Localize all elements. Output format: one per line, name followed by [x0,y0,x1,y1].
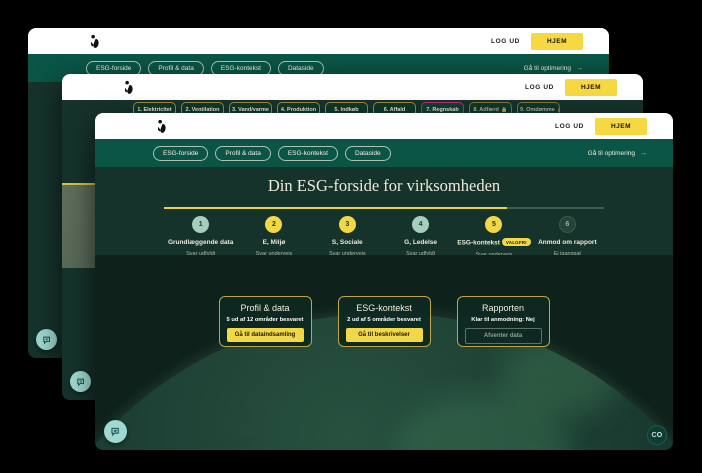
chat-fab-button[interactable] [36,329,57,350]
optional-badge: VALGFRI [502,238,531,246]
app-header: LOG UD HJEM [62,74,643,100]
front-window-content: Din ESG-forside for virksomheden 1 Grund… [95,167,673,450]
step-esg-kontekst: 5 ESG-kontekstVALGFRI Svar undervejs [457,216,530,258]
go-to-data-collection-button[interactable]: Gå til dataindsamling [227,328,304,342]
log-out-button[interactable]: LOG UD [491,38,520,45]
go-to-descriptions-button[interactable]: Gå til beskrivelser [346,328,423,342]
nav-item-esg-kontekst[interactable]: ESG-kontekst [278,146,338,161]
status-card-row: Profil & data 5 ud af 12 områder besvare… [95,296,673,347]
go-to-optimization-link[interactable]: Gå til optimering → [524,65,583,72]
card-subtitle: Klar til anmodning: Nej [458,317,549,323]
chat-icon [42,335,52,345]
go-to-optimization-label: Gå til optimering [588,150,635,157]
page-title: Din ESG-forside for virksomheden [95,176,673,196]
window-front: LOG UD HJEM ESG-forside Profil & data ES… [95,113,673,450]
step-label: E, Miljø [237,239,310,246]
chat-icon [76,377,86,387]
log-out-button[interactable]: LOG UD [555,123,584,130]
app-header: LOG UD HJEM [28,28,609,54]
nav-item-profil-data[interactable]: Profil & data [215,146,270,161]
earth-section: Profil & data 5 ud af 12 områder besvare… [95,255,673,450]
card-title: ESG-kontekst [339,303,430,313]
arrow-right-icon: → [640,150,647,157]
home-button[interactable]: HJEM [531,33,583,50]
home-button[interactable]: HJEM [565,79,617,96]
card-subtitle: 2 ud af 5 områder besvaret [339,317,430,323]
card-profil-data: Profil & data 5 ud af 12 områder besvare… [219,296,312,347]
step-label: Anmod om rapport [531,239,604,246]
awaiting-data-button: Afventer data [465,328,542,344]
progress-stepper: 1 Grundlæggende data Svar udfyldt 2 E, M… [164,207,604,258]
main-navbar: ESG-forside Profil & data ESG-kontekst D… [95,139,673,167]
nav-item-dataside[interactable]: Dataside [345,146,391,161]
step-miljo: 2 E, Miljø Svar undervejs [237,216,310,258]
arrow-right-icon: → [576,65,583,72]
app-header: LOG UD HJEM [95,113,673,139]
step-circle: 6 [559,216,576,233]
card-title: Profil & data [220,303,311,313]
step-label-text: ESG-kontekst [457,240,500,247]
hero-section: Din ESG-forside for virksomheden 1 Grund… [95,167,673,255]
chat-fab-button[interactable] [70,371,91,392]
step-label: S, Sociale [311,239,384,246]
step-label: G, Ledelse [384,239,457,246]
card-subtitle: 5 ud af 12 områder besvaret [220,317,311,323]
cookie-consent-badge[interactable]: CO [647,425,667,445]
step-list: 1 Grundlæggende data Svar udfyldt 2 E, M… [164,216,604,258]
brand-logo-icon [122,80,136,95]
step-anmod-rapport: 6 Anmod om rapport Ej igangsat [531,216,604,258]
step-label: Grundlæggende data [164,239,237,246]
home-button[interactable]: HJEM [595,118,647,135]
card-esg-kontekst: ESG-kontekst 2 ud af 5 områder besvaret … [338,296,431,347]
log-out-button[interactable]: LOG UD [525,84,554,91]
card-title: Rapporten [458,303,549,313]
go-to-optimization-label: Gå til optimering [524,65,571,72]
step-circle: 1 [192,216,209,233]
step-grundlaeggende-data: 1 Grundlæggende data Svar udfyldt [164,216,237,258]
step-circle: 4 [412,216,429,233]
chat-icon [110,426,121,437]
progress-fill [164,207,507,209]
brand-logo-icon [88,34,102,49]
step-sociale: 3 S, Sociale Svar undervejs [311,216,384,258]
step-circle: 3 [339,216,356,233]
progress-track [164,207,604,209]
brand-logo-icon [155,119,169,134]
go-to-optimization-link[interactable]: Gå til optimering → [588,150,647,157]
step-circle: 5 [485,216,502,233]
step-label: ESG-kontekstVALGFRI [457,239,530,247]
card-rapporten: Rapporten Klar til anmodning: Nej Afvent… [457,296,550,347]
step-circle: 2 [265,216,282,233]
chat-fab-button[interactable] [104,420,127,443]
step-ledelse: 4 G, Ledelse Svar udfyldt [384,216,457,258]
nav-item-esg-forside[interactable]: ESG-forside [153,146,208,161]
